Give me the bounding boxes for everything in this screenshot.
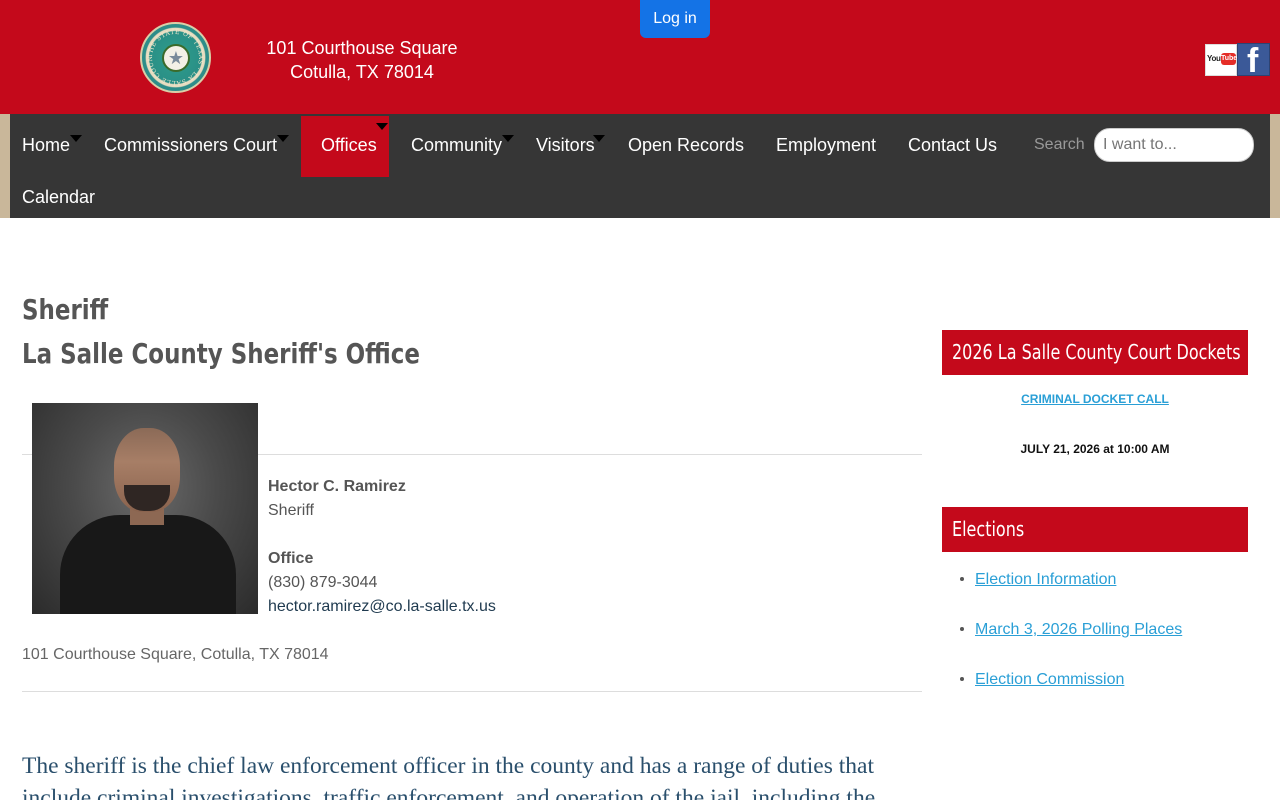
elections-heading: Elections bbox=[942, 507, 1248, 552]
site-header: THE STATE OF TEXAS · LA SALLE COUNTY ★ 1… bbox=[0, 0, 1280, 114]
header-address-line2: Cotulla, TX 78014 bbox=[290, 62, 434, 82]
login-button[interactable]: Log in bbox=[640, 0, 710, 38]
nav-item-label: Community bbox=[411, 135, 503, 155]
chevron-down-icon[interactable] bbox=[502, 135, 514, 142]
list-item: Election Information bbox=[960, 570, 1116, 590]
election-information-link[interactable]: Election Information bbox=[975, 571, 1116, 588]
list-item: March 3, 2026 Polling Places bbox=[960, 620, 1182, 640]
divider bbox=[22, 691, 922, 692]
county-seal-logo[interactable]: THE STATE OF TEXAS · LA SALLE COUNTY ★ bbox=[140, 22, 211, 93]
nav-item-label: Open Records bbox=[628, 135, 745, 155]
office-address: 101 Courthouse Square, Cotulla, TX 78014 bbox=[22, 646, 329, 663]
search-label: Search bbox=[1034, 136, 1085, 153]
nav-item-open-records[interactable]: Open Records bbox=[628, 134, 744, 156]
nav-item-label: Visitors bbox=[536, 135, 595, 155]
nav-item-contact-us[interactable]: Contact Us bbox=[908, 134, 997, 156]
election-commission-link[interactable]: Election Commission bbox=[975, 671, 1124, 688]
dockets-heading: 2026 La Salle County Court Dockets bbox=[942, 330, 1248, 375]
chevron-down-icon[interactable] bbox=[277, 135, 289, 142]
elections-heading-text: Elections bbox=[952, 517, 1025, 541]
photo-body-shape bbox=[60, 515, 236, 614]
sheriff-photo bbox=[32, 403, 258, 614]
seal-center: ★ bbox=[162, 44, 190, 72]
official-role: Sheriff bbox=[268, 502, 314, 519]
youtube-tube-text: Tube bbox=[1221, 53, 1237, 65]
criminal-docket-link[interactable]: CRIMINAL DOCKET CALL bbox=[942, 392, 1248, 406]
nav-item-label: Offices bbox=[321, 135, 377, 155]
office-phone: (830) 879-3044 bbox=[268, 574, 378, 591]
nav-item-label: Employment bbox=[776, 135, 877, 155]
nav-item-home[interactable]: Home bbox=[22, 134, 70, 156]
nav-item-label: Home bbox=[22, 135, 71, 155]
nav-item-community[interactable]: Community bbox=[411, 134, 502, 156]
youtube-icon[interactable]: You Tube bbox=[1205, 44, 1237, 76]
docket-date: JULY 21, 2026 at 10:00 AM bbox=[1020, 442, 1170, 456]
official-name: Hector C. Ramirez bbox=[268, 478, 406, 495]
facebook-icon[interactable]: f bbox=[1237, 42, 1270, 80]
nav-item-label: Commissioners Court bbox=[104, 135, 278, 155]
nav-item-commissioners-court[interactable]: Commissioners Court bbox=[104, 134, 277, 156]
nav-item-label: Contact Us bbox=[908, 135, 998, 155]
search-input[interactable] bbox=[1094, 128, 1254, 162]
main-nav: Home Commissioners Court Offices Communi… bbox=[10, 114, 1270, 218]
chevron-down-icon[interactable] bbox=[70, 135, 82, 142]
bullet-icon bbox=[960, 676, 964, 681]
bullet-icon bbox=[960, 626, 964, 631]
chevron-down-icon[interactable] bbox=[376, 123, 388, 130]
nav-item-employment[interactable]: Employment bbox=[776, 134, 876, 156]
nav-item-calendar[interactable]: Calendar bbox=[22, 186, 95, 208]
dockets-heading-text: 2026 La Salle County Court Dockets bbox=[952, 340, 1241, 364]
header-address-line1: 101 Courthouse Square bbox=[266, 38, 458, 58]
nav-item-visitors[interactable]: Visitors bbox=[536, 134, 595, 156]
office-heading: Office bbox=[268, 550, 314, 567]
office-email-link[interactable]: hector.ramirez@co.la-salle.tx.us bbox=[268, 595, 496, 619]
star-icon: ★ bbox=[167, 48, 185, 68]
nav-item-label: Calendar bbox=[22, 187, 96, 207]
list-item: Election Commission bbox=[960, 670, 1124, 690]
facebook-glyph: f bbox=[1247, 42, 1259, 80]
chevron-down-icon[interactable] bbox=[593, 135, 605, 142]
header-address: 101 Courthouse Square Cotulla, TX 78014 bbox=[242, 36, 482, 84]
body-paragraph: The sheriff is the chief law enforcement… bbox=[22, 753, 876, 800]
polling-places-link[interactable]: March 3, 2026 Polling Places bbox=[975, 621, 1182, 638]
youtube-you-text: You bbox=[1207, 54, 1221, 63]
page-title: Sheriff bbox=[22, 293, 109, 326]
page-subtitle: La Salle County Sheriff's Office bbox=[22, 337, 420, 370]
bullet-icon bbox=[960, 576, 964, 581]
